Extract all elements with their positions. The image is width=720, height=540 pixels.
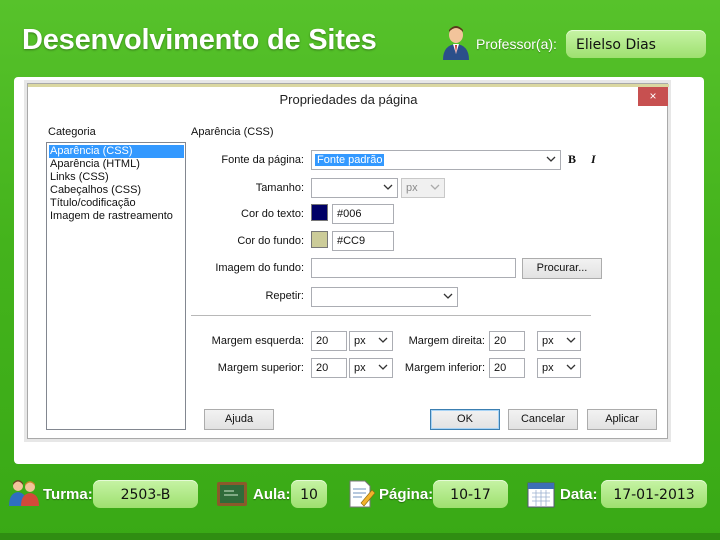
- category-item-links-css[interactable]: Links (CSS): [49, 171, 184, 184]
- text-color-label: Cor do texto:: [241, 208, 304, 220]
- category-item-cabecalhos-css[interactable]: Cabeçalhos (CSS): [49, 184, 184, 197]
- text-color-swatch[interactable]: [311, 204, 328, 221]
- margin-bottom-value: 20: [494, 362, 507, 374]
- size-label: Tamanho:: [255, 182, 304, 194]
- divider: [191, 315, 591, 316]
- category-item-imagem-rastreamento[interactable]: Imagem de rastreamento: [49, 210, 184, 223]
- students-icon: [9, 480, 39, 506]
- repeat-label: Repetir:: [265, 290, 304, 302]
- category-list[interactable]: Aparência (CSS) Aparência (HTML) Links (…: [46, 142, 186, 430]
- margin-top-value: 20: [316, 362, 329, 374]
- margin-top-input[interactable]: 20: [311, 358, 347, 378]
- bg-color-swatch[interactable]: [311, 231, 328, 248]
- margin-right-input[interactable]: 20: [489, 331, 525, 351]
- repeat-select[interactable]: [311, 287, 458, 307]
- size-unit-value: px: [406, 182, 418, 194]
- dialog-top-border: [28, 84, 669, 87]
- section-label: Aparência (CSS): [191, 126, 274, 138]
- margin-bottom-unit-select[interactable]: px: [537, 358, 581, 378]
- page-properties-dialog: Propriedades da página × Categoria Aparê…: [27, 83, 669, 439]
- dialog-title: Propriedades da página: [279, 92, 418, 107]
- chevron-down-icon: [546, 156, 556, 162]
- bold-button[interactable]: B: [568, 152, 576, 167]
- margin-top-unit: px: [354, 362, 366, 374]
- cancel-button[interactable]: Cancelar: [508, 409, 578, 430]
- bg-color-input[interactable]: #CC9: [332, 231, 394, 251]
- margin-right-unit-select[interactable]: px: [537, 331, 581, 351]
- category-label: Categoria: [48, 126, 96, 138]
- data-label: Data:: [560, 486, 598, 503]
- margin-left-value: 20: [316, 335, 329, 347]
- aula-label: Aula:: [253, 486, 291, 503]
- margin-bottom-unit: px: [542, 362, 554, 374]
- professor-label: Professor(a):: [476, 36, 557, 52]
- margin-left-unit: px: [354, 335, 366, 347]
- chevron-down-icon: [383, 184, 393, 190]
- margin-left-input[interactable]: 20: [311, 331, 347, 351]
- margin-right-label: Margem direita:: [408, 335, 485, 347]
- chalkboard-icon: [217, 482, 247, 506]
- text-color-input[interactable]: #006: [332, 204, 394, 224]
- bg-image-input[interactable]: [311, 258, 516, 278]
- turma-label: Turma:: [43, 486, 93, 503]
- chevron-down-icon: [566, 337, 576, 343]
- data-field: 17-01-2013: [601, 480, 707, 508]
- calendar-icon: [527, 482, 555, 508]
- chevron-down-icon: [430, 184, 440, 190]
- pagina-label: Página:: [379, 486, 434, 503]
- margin-top-label: Margem superior:: [217, 362, 304, 374]
- font-value: Fonte padrão: [315, 154, 385, 166]
- professor-icon: [443, 26, 469, 60]
- category-item-aparencia-html[interactable]: Aparência (HTML): [49, 158, 184, 171]
- font-label: Fonte da página:: [221, 154, 304, 166]
- margin-left-label: Margem esquerda:: [211, 335, 304, 347]
- margin-right-value: 20: [494, 335, 507, 347]
- chevron-down-icon: [566, 364, 576, 370]
- aula-field: 10: [291, 480, 327, 508]
- font-select[interactable]: Fonte padrão: [311, 150, 561, 170]
- slide-title: Desenvolvimento de Sites: [22, 24, 377, 56]
- margin-bottom-input[interactable]: 20: [489, 358, 525, 378]
- ok-button[interactable]: OK: [430, 409, 500, 430]
- italic-button[interactable]: I: [591, 152, 596, 167]
- margin-bottom-label: Margem inferior:: [404, 362, 485, 374]
- help-button[interactable]: Ajuda: [204, 409, 274, 430]
- professor-name-field: Elielso Dias: [566, 30, 706, 58]
- category-item-titulo-codificacao[interactable]: Título/codificação: [49, 197, 184, 210]
- bottom-strip: [0, 533, 720, 540]
- category-item-aparencia-css[interactable]: Aparência (CSS): [49, 145, 184, 158]
- browse-button[interactable]: Procurar...: [522, 258, 602, 279]
- bg-color-value: #CC9: [337, 235, 366, 247]
- text-color-value: #006: [337, 208, 362, 220]
- apply-button[interactable]: Aplicar: [587, 409, 657, 430]
- close-button[interactable]: ×: [638, 87, 668, 106]
- bg-color-label: Cor do fundo:: [237, 235, 304, 247]
- size-unit-select[interactable]: px: [401, 178, 445, 198]
- bg-image-label: Imagem do fundo:: [215, 262, 304, 274]
- pagina-field: 10-17: [433, 480, 508, 508]
- chevron-down-icon: [443, 293, 453, 299]
- margin-right-unit: px: [542, 335, 554, 347]
- page-edit-icon: [349, 480, 375, 508]
- size-select[interactable]: [311, 178, 398, 198]
- turma-field: 2503-B: [93, 480, 198, 508]
